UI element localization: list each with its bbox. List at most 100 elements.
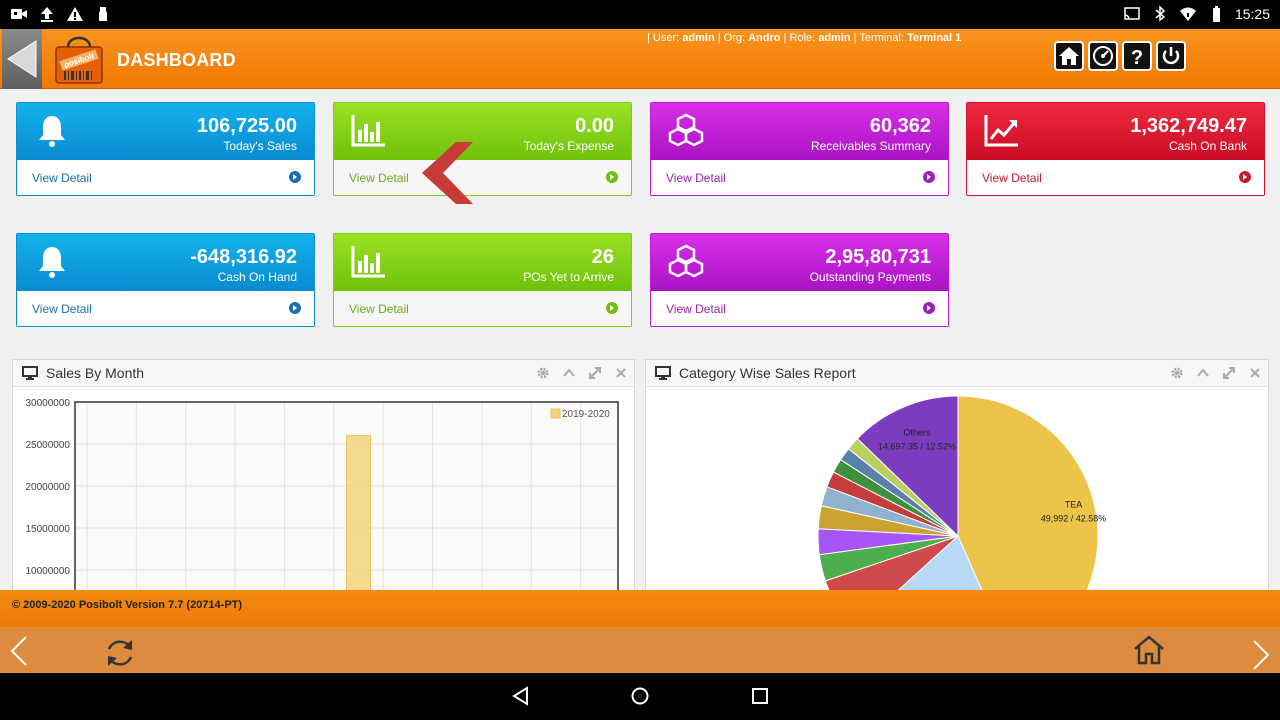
chevron-up-icon[interactable] — [1196, 366, 1210, 380]
bell-icon — [39, 116, 65, 147]
pie-slice-label: Others — [904, 427, 932, 437]
app-header: posibolt DASHBOARD | User: admin | Org: … — [0, 29, 1280, 89]
logout-button[interactable] — [1156, 41, 1186, 71]
card-label: POs Yet to Arrive — [523, 270, 614, 284]
video-camera-icon — [11, 9, 27, 19]
view-detail-link[interactable]: View Detail — [651, 291, 948, 326]
card-value: 1,362,749.47 — [1130, 115, 1247, 137]
card-outstanding-payments: 2,95,80,731 Outstanding Payments View De… — [650, 233, 949, 327]
card-label: Cash On Bank — [1168, 139, 1247, 153]
battery-icon — [1212, 6, 1220, 22]
help-button[interactable]: ? — [1122, 41, 1152, 71]
panel-header: Sales By Month — [13, 360, 634, 387]
panel-sales-by-month: Sales By Month 30000000 25000000 20000000 1… — [12, 359, 635, 591]
view-detail-link[interactable]: View Detail — [651, 160, 948, 195]
view-detail-label: View Detail — [982, 171, 1042, 185]
arrow-circle-right-icon — [923, 302, 935, 314]
footer: © 2009-2020 Posibolt Version 7.7 (20714-… — [0, 590, 1280, 627]
user-info: | User: admin | Org: Andro | Role: admin… — [647, 32, 962, 44]
card-value: 0.00 — [575, 115, 614, 137]
panel-title: Sales By Month — [46, 365, 145, 381]
posibolt-logo: posibolt — [55, 36, 103, 84]
chevron-up-icon[interactable] — [562, 366, 576, 380]
bell-icon — [39, 247, 65, 278]
card-value: -648,316.92 — [190, 246, 297, 268]
card-value: 26 — [591, 246, 614, 268]
home-icon — [1059, 47, 1079, 65]
bottom-nav-bar — [0, 627, 1280, 673]
android-home-icon[interactable] — [630, 686, 650, 706]
card-pos-yet-to-arrive: 26 POs Yet to Arrive View Detail — [333, 233, 632, 327]
view-detail-link[interactable]: View Detail — [17, 160, 314, 195]
card-todays-sales: 106,725.00 Today's Sales View Detail — [16, 102, 315, 196]
card-label: Outstanding Payments — [809, 270, 931, 284]
arrow-circle-right-icon — [606, 302, 618, 314]
android-recents-icon[interactable] — [750, 686, 770, 706]
arrow-circle-right-icon — [606, 171, 618, 183]
upload-icon — [41, 7, 53, 22]
home-outline-icon[interactable] — [1132, 634, 1166, 666]
card-value: 60,362 — [869, 115, 931, 137]
cubes-icon — [668, 244, 704, 278]
android-back-icon[interactable] — [511, 686, 531, 706]
expand-icon[interactable] — [588, 366, 602, 380]
bar-chart-icon — [351, 246, 385, 278]
chevron-left-icon[interactable] — [8, 635, 30, 667]
status-time: 15:25 — [1234, 6, 1270, 22]
card-todays-expense: 0.00 Today's Expense View Detail — [333, 102, 632, 196]
view-detail-label: View Detail — [32, 302, 92, 316]
card-label: Today's Expense — [523, 139, 614, 153]
y-tick-label: 15000000 — [26, 524, 71, 535]
view-detail-label: View Detail — [666, 302, 726, 316]
view-detail-link[interactable]: View Detail — [334, 291, 631, 326]
category-sales-pie-chart: TEA 49,992 / 42.58% Others 14,697.35 / 12.5… — [817, 395, 1106, 590]
card-receivables-summary: 60,362 Receivables Summary View Detail — [650, 102, 949, 196]
bar — [346, 435, 371, 590]
pie-slice-value: 14,697.35 / 12.52% — [878, 441, 956, 451]
back-arrow-icon — [7, 40, 37, 78]
warning-icon — [67, 7, 83, 21]
monitor-icon — [655, 366, 671, 380]
close-icon[interactable] — [614, 366, 628, 380]
view-detail-label: View Detail — [349, 171, 409, 185]
wifi-icon — [1179, 7, 1196, 21]
chevron-right-icon[interactable] — [1250, 639, 1272, 671]
card-label: Cash On Hand — [217, 270, 297, 284]
pie-slice-label: TEA — [1065, 500, 1083, 510]
svg-text:?: ? — [1131, 47, 1143, 67]
card-cash-on-hand: -648,316.92 Cash On Hand View Detail — [16, 233, 315, 327]
gear-icon[interactable] — [536, 366, 550, 380]
panel-header: Category Wise Sales Report — [646, 360, 1268, 387]
expand-icon[interactable] — [1222, 366, 1236, 380]
y-tick-label: 25000000 — [26, 440, 71, 451]
panel-title: Category Wise Sales Report — [679, 365, 856, 381]
legend-label: 2019-2020 — [562, 409, 610, 420]
sd-card-icon — [99, 7, 107, 21]
trend-up-icon — [984, 115, 1018, 147]
dashboard-button[interactable] — [1088, 41, 1118, 71]
close-icon[interactable] — [1248, 366, 1262, 380]
bluetooth-icon — [1155, 5, 1166, 22]
card-cash-on-bank: 1,362,749.47 Cash On Bank View Detail — [966, 102, 1265, 196]
dashboard-gauge-icon — [1093, 46, 1113, 66]
gear-icon[interactable] — [1170, 366, 1184, 380]
header-toolbar: ? — [1054, 41, 1186, 71]
y-tick-label: 10000000 — [26, 566, 71, 577]
card-value: 106,725.00 — [196, 115, 297, 137]
view-detail-link[interactable]: View Detail — [17, 291, 314, 326]
back-button[interactable] — [2, 29, 42, 89]
refresh-icon[interactable] — [103, 636, 137, 670]
pie-slice — [957, 395, 1099, 590]
bar-chart-icon — [351, 115, 385, 147]
arrow-circle-right-icon — [289, 302, 301, 314]
sales-by-month-chart: 30000000 25000000 20000000 15000000 10000000… — [26, 398, 619, 590]
copyright-text: © 2009-2020 Posibolt Version 7.7 (20714-… — [12, 599, 243, 611]
view-detail-label: View Detail — [32, 171, 92, 185]
y-tick-label: 20000000 — [26, 482, 71, 493]
home-button[interactable] — [1054, 41, 1084, 71]
arrow-circle-right-icon — [289, 171, 301, 183]
view-detail-link[interactable]: View Detail — [967, 160, 1264, 195]
view-detail-link[interactable]: View Detail — [334, 160, 631, 195]
card-value: 2,95,80,731 — [825, 246, 931, 268]
y-tick-label: 30000000 — [26, 398, 71, 409]
